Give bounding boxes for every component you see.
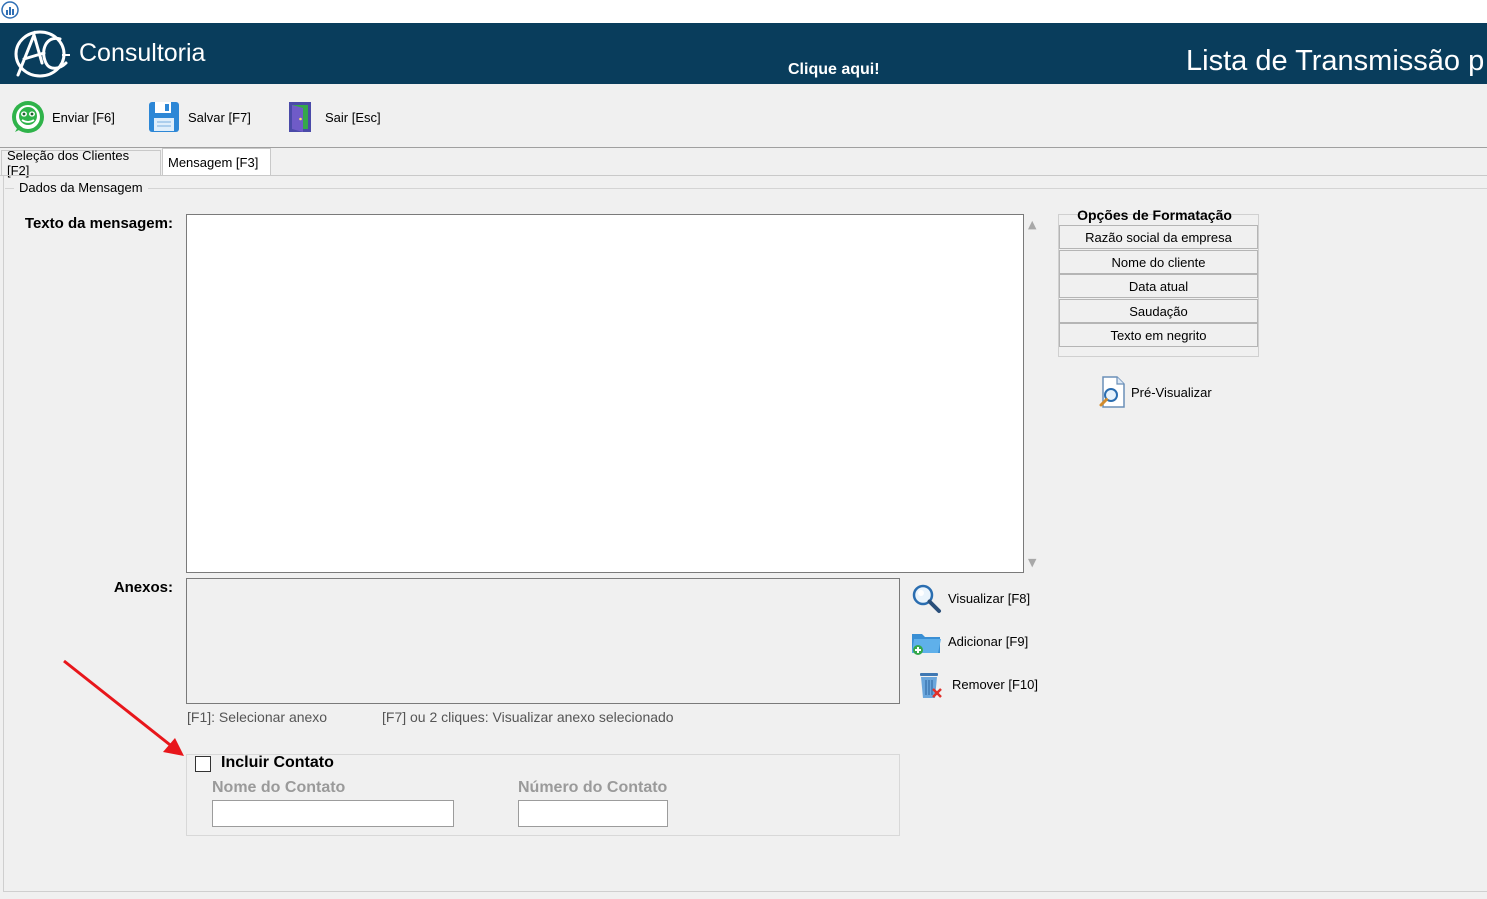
format-bold-text[interactable]: Texto em negrito (1059, 323, 1258, 347)
message-label: Texto da mensagem: (24, 215, 173, 232)
add-attachment-label: Adicionar [F9] (948, 633, 1029, 649)
format-current-date[interactable]: Data atual (1059, 274, 1258, 298)
company-logo (14, 30, 70, 78)
remove-attachment-button[interactable]: Remover [F10] (914, 667, 1038, 701)
chart-icon (1, 1, 19, 19)
scroll-down-arrow[interactable]: ▼ (1028, 556, 1036, 569)
tab-client-selection[interactable]: Seleção dos Clientes [F2] (1, 148, 161, 178)
tab-label: Mensagem [F3] (168, 154, 259, 170)
send-button[interactable]: Enviar [F6] (10, 98, 115, 136)
work-area: Enviar [F6] Salvar [F7] Sair [Esc] Seleç… (0, 84, 1487, 899)
preview-button-label: Pré-Visualizar (1131, 384, 1212, 400)
magnifier-icon (912, 584, 941, 613)
exit-button[interactable]: Sair [Esc] (283, 98, 381, 136)
send-button-label: Enviar [F6] (52, 109, 115, 125)
contact-name-label: Nome do Contato (212, 779, 346, 796)
app-banner: Consultoria Clique aqui! Lista de Transm… (0, 23, 1487, 84)
include-contact-label[interactable]: Incluir Contato (221, 754, 334, 772)
hint-view-attachment: [F7] ou 2 cliques: Visualizar anexo sele… (382, 709, 674, 725)
page-title: Lista de Transmissão p (1186, 45, 1485, 77)
contact-number-field[interactable] (518, 800, 668, 827)
window-titlebar (0, 0, 1487, 23)
groupbox-title: Dados da Mensagem (14, 180, 148, 195)
view-attachment-label: Visualizar [F8] (948, 590, 1031, 606)
whatsapp-icon (12, 101, 44, 133)
save-button-label: Salvar [F7] (188, 109, 251, 125)
format-company-name[interactable]: Razão social da empresa (1059, 225, 1258, 249)
brand-name: Consultoria (79, 39, 206, 67)
folder-add-icon (912, 634, 941, 655)
floppy-disk-icon (149, 102, 179, 132)
contact-name-field[interactable] (212, 800, 454, 827)
save-button[interactable]: Salvar [F7] (146, 98, 251, 136)
attachments-label: Anexos: (113, 579, 173, 596)
remove-attachment-label: Remover [F10] (952, 676, 1038, 692)
formatting-options-title: Opções de Formatação (1077, 207, 1232, 223)
tab-message[interactable]: Mensagem [F3] (162, 148, 271, 176)
format-greeting[interactable]: Saudação (1059, 299, 1258, 323)
tab-label: Seleção dos Clientes [F2] (7, 148, 130, 178)
message-textarea[interactable] (186, 214, 1024, 573)
view-attachment-button[interactable]: Visualizar [F8] (910, 581, 1030, 615)
exit-button-label: Sair [Esc] (325, 109, 381, 125)
contact-number-label: Número do Contato (518, 779, 668, 796)
add-attachment-button[interactable]: Adicionar [F9] (910, 624, 1028, 658)
format-client-name[interactable]: Nome do cliente (1059, 250, 1258, 274)
click-here-link[interactable]: Clique aqui! (788, 61, 880, 79)
document-search-icon (1099, 376, 1125, 408)
groupbox-border (5, 188, 1487, 189)
door-exit-icon (289, 102, 311, 132)
attachments-list[interactable] (186, 578, 900, 704)
preview-button[interactable]: Pré-Visualizar (1098, 374, 1212, 410)
include-contact-checkbox[interactable] (195, 756, 211, 772)
hint-select-attachment: [F1]: Selecionar anexo (187, 709, 328, 725)
trash-icon (920, 673, 942, 698)
scroll-up-arrow[interactable]: ▲ (1028, 218, 1036, 231)
